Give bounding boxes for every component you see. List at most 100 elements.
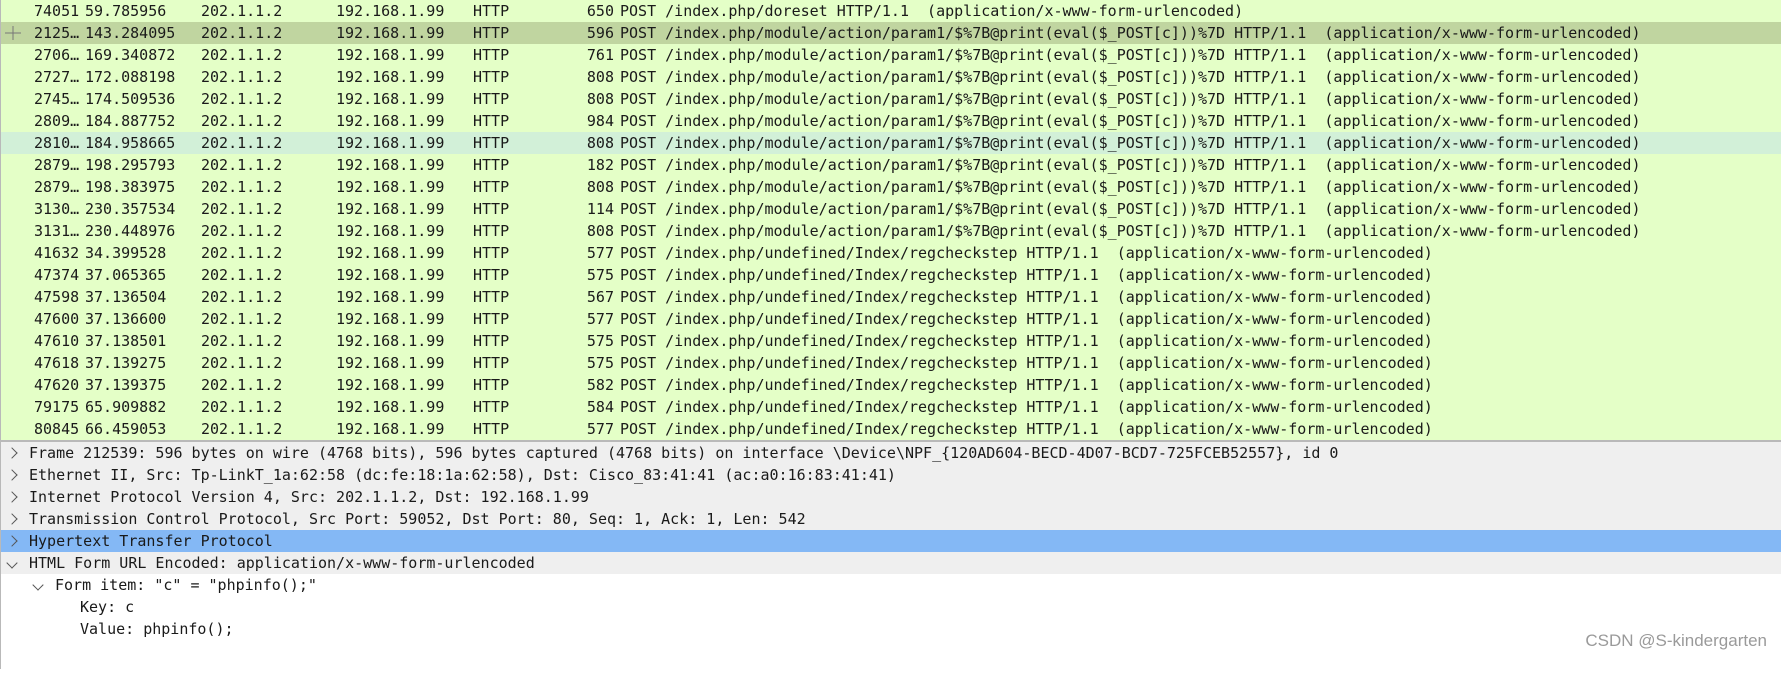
packet-row[interactable]: 47374 37.065365 202.1.1.2 192.168.1.99 HTTP 5… [1, 264, 1781, 286]
packet-row[interactable]: 47620 37.139375 202.1.1.2 192.168.1.99 HTTP 5… [1, 374, 1781, 396]
cell-src: 202.1.1.2 [201, 134, 283, 152]
expand-chevron-icon[interactable] [6, 530, 22, 552]
cell-info: POST /index.php/undefined/Index/regcheck… [620, 376, 1433, 394]
cell-len: 114 [586, 200, 614, 218]
cell-src: 202.1.1.2 [201, 376, 283, 394]
tree-item-tcp[interactable]: Transmission Control Protocol, Src Port:… [1, 508, 1781, 530]
cell-no: 2879… [34, 156, 80, 174]
cell-len: 808 [586, 178, 614, 196]
cell-src: 202.1.1.2 [201, 398, 283, 416]
cell-len: 575 [586, 332, 614, 350]
cell-no: 47598 [34, 288, 80, 306]
cell-dst: 192.168.1.99 [336, 288, 445, 306]
packet-row[interactable]: 41632 34.399528 202.1.1.2 192.168.1.99 HTTP 5… [1, 242, 1781, 264]
cell-dst: 192.168.1.99 [336, 354, 445, 372]
watermark: CSDN @S-kindergarten [1585, 631, 1767, 650]
collapse-chevron-icon[interactable] [32, 574, 48, 596]
packet-row[interactable]: 79175 65.909882 202.1.1.2 192.168.1.99 HTTP 5… [1, 396, 1781, 418]
cell-src: 202.1.1.2 [201, 68, 283, 86]
cell-info: POST /index.php/undefined/Index/regcheck… [620, 420, 1433, 438]
tree-item-key[interactable]: Key: c [1, 596, 1781, 618]
packet-row[interactable]: 74051 59.785956 202.1.1.2 192.168.1.99 HTTP 6… [1, 0, 1781, 22]
packet-row[interactable]: 2879… 198.295793 202.1.1.2 192.168.1.99 HTTP… [1, 154, 1781, 176]
tree-item-label: HTML Form URL Encoded: application/x-www… [29, 554, 535, 572]
cell-time: 37.139375 [85, 376, 167, 394]
packet-row[interactable]: 47598 37.136504 202.1.1.2 192.168.1.99 HTTP 5… [1, 286, 1781, 308]
expand-chevron-icon[interactable] [6, 508, 22, 530]
tree-item-ethernet[interactable]: Ethernet II, Src: Tp-LinkT_1a:62:58 (dc:… [1, 464, 1781, 486]
cell-time: 65.909882 [85, 398, 167, 416]
cell-time: 37.065365 [85, 266, 167, 284]
cell-proto: HTTP [473, 134, 510, 152]
packet-row[interactable]: 3131… 230.448976 202.1.1.2 192.168.1.99 HTTP… [1, 220, 1781, 242]
cell-len: 808 [586, 68, 614, 86]
packet-row[interactable]: 2125… 143.284095 202.1.1.2 192.168.1.99 HTTP… [1, 22, 1781, 44]
tree-item-label: Value: phpinfo(); [80, 620, 234, 638]
tree-item-ip[interactable]: Internet Protocol Version 4, Src: 202.1.… [1, 486, 1781, 508]
cell-time: 59.785956 [85, 2, 167, 20]
packet-row[interactable]: 2706… 169.340872 202.1.1.2 192.168.1.99 HTTP… [1, 44, 1781, 66]
cell-info: POST /index.php/doreset HTTP/1.1 (applic… [620, 2, 1244, 20]
cell-time: 230.448976 [85, 222, 176, 240]
packet-row[interactable]: 3130… 230.357534 202.1.1.2 192.168.1.99 HTTP… [1, 198, 1781, 220]
packet-row[interactable]: 2810… 184.958665 202.1.1.2 192.168.1.99 HTTP… [1, 132, 1781, 154]
collapse-chevron-icon[interactable] [6, 552, 22, 574]
cell-time: 37.139275 [85, 354, 167, 372]
packet-row[interactable]: 2809… 184.887752 202.1.1.2 192.168.1.99 HTTP… [1, 110, 1781, 132]
cell-src: 202.1.1.2 [201, 266, 283, 284]
tree-item-http[interactable]: Hypertext Transfer Protocol [1, 530, 1781, 552]
expand-chevron-icon[interactable] [6, 442, 22, 464]
cell-len: 567 [586, 288, 614, 306]
packet-row[interactable]: 80845 66.459053 202.1.1.2 192.168.1.99 HTTP 5… [1, 418, 1781, 440]
cell-info: POST /index.php/undefined/Index/regcheck… [620, 310, 1433, 328]
cell-dst: 192.168.1.99 [336, 46, 445, 64]
tree-item-value[interactable]: Value: phpinfo(); [1, 618, 1781, 640]
cell-dst: 192.168.1.99 [336, 310, 445, 328]
cell-time: 34.399528 [85, 244, 167, 262]
cell-len: 650 [586, 2, 614, 20]
tree-item-label: Internet Protocol Version 4, Src: 202.1.… [29, 488, 589, 506]
packet-row[interactable]: 2727… 172.088198 202.1.1.2 192.168.1.99 HTTP… [1, 66, 1781, 88]
cell-src: 202.1.1.2 [201, 222, 283, 240]
cell-dst: 192.168.1.99 [336, 420, 445, 438]
cell-src: 202.1.1.2 [201, 156, 283, 174]
packet-row[interactable]: 2879… 198.383975 202.1.1.2 192.168.1.99 HTTP… [1, 176, 1781, 198]
cell-time: 198.295793 [85, 156, 176, 174]
cell-dst: 192.168.1.99 [336, 200, 445, 218]
packet-row[interactable]: 47610 37.138501 202.1.1.2 192.168.1.99 HTTP 5… [1, 330, 1781, 352]
packet-row[interactable]: 47618 37.139275 202.1.1.2 192.168.1.99 HTTP 5… [1, 352, 1781, 374]
cell-info: POST /index.php/module/action/param1/$%7… [620, 134, 1641, 152]
cell-dst: 192.168.1.99 [336, 178, 445, 196]
cell-no: 2810… [34, 134, 80, 152]
packet-row[interactable]: 2745… 174.509536 202.1.1.2 192.168.1.99 HTTP… [1, 88, 1781, 110]
cell-info: POST /index.php/undefined/Index/regcheck… [620, 244, 1433, 262]
cell-no: 47620 [34, 376, 80, 394]
cell-src: 202.1.1.2 [201, 112, 283, 130]
cell-info: POST /index.php/module/action/param1/$%7… [620, 90, 1641, 108]
cell-no: 80845 [34, 420, 80, 438]
related-packet-icon [5, 26, 21, 40]
cell-len: 808 [586, 134, 614, 152]
cell-len: 596 [586, 24, 614, 42]
cell-proto: HTTP [473, 288, 510, 306]
cell-time: 198.383975 [85, 178, 176, 196]
cell-dst: 192.168.1.99 [336, 266, 445, 284]
tree-item-label: Form item: "c" = "phpinfo();" [55, 576, 317, 594]
tree-item-frame[interactable]: Frame 212539: 596 bytes on wire (4768 bi… [1, 442, 1781, 464]
cell-info: POST /index.php/module/action/param1/$%7… [620, 222, 1641, 240]
cell-proto: HTTP [473, 332, 510, 350]
packet-row[interactable]: 47600 37.136600 202.1.1.2 192.168.1.99 HTTP 5… [1, 308, 1781, 330]
cell-no: 2879… [34, 178, 80, 196]
cell-proto: HTTP [473, 266, 510, 284]
cell-len: 575 [586, 266, 614, 284]
tree-item-form[interactable]: HTML Form URL Encoded: application/x-www… [1, 552, 1781, 574]
cell-src: 202.1.1.2 [201, 178, 283, 196]
packet-list: 74051 59.785956 202.1.1.2 192.168.1.99 HTTP 6… [0, 0, 1781, 442]
cell-dst: 192.168.1.99 [336, 244, 445, 262]
tree-item-form-item[interactable]: Form item: "c" = "phpinfo();" [1, 574, 1781, 596]
cell-len: 182 [586, 156, 614, 174]
cell-len: 582 [586, 376, 614, 394]
expand-chevron-icon[interactable] [6, 486, 22, 508]
expand-chevron-icon[interactable] [6, 464, 22, 486]
cell-src: 202.1.1.2 [201, 46, 283, 64]
